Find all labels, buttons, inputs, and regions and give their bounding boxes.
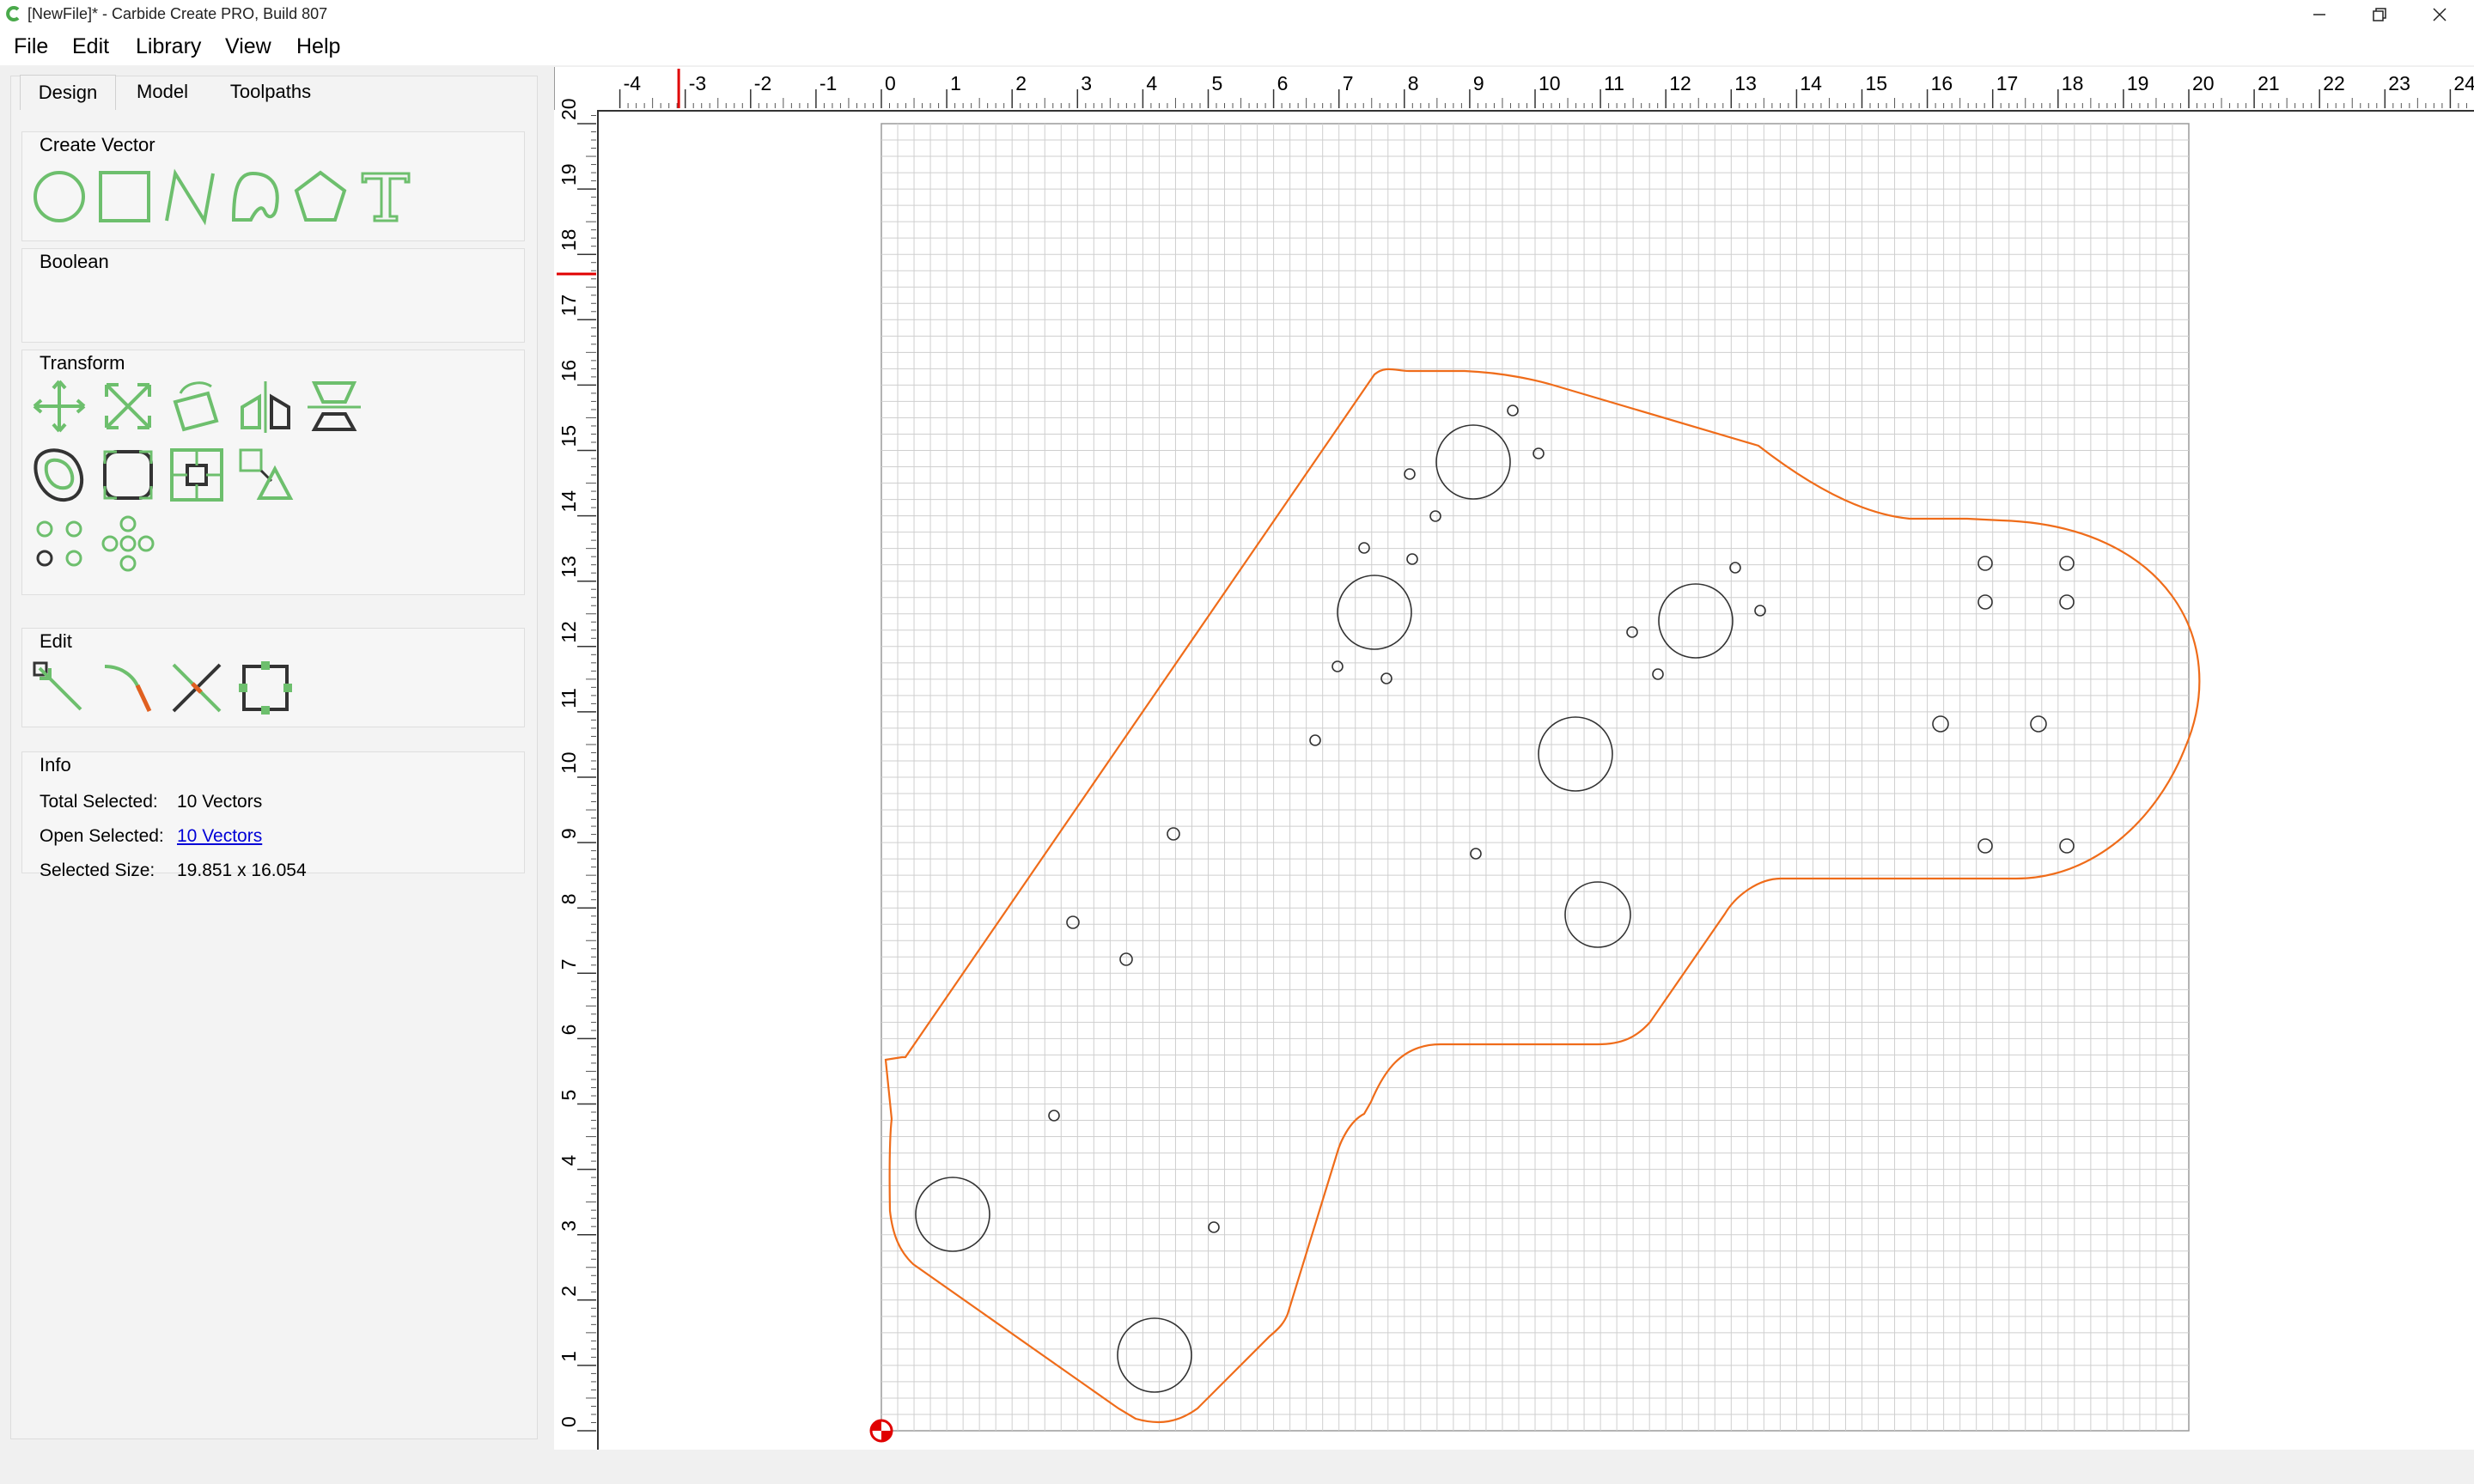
ruler-x-label: 15	[1866, 72, 1888, 94]
ruler-x-label: 17	[1996, 72, 2019, 94]
ruler-x-label: 24	[2453, 72, 2474, 94]
ruler-x-label: 1	[950, 72, 961, 94]
ruler-x-label: 0	[885, 72, 896, 94]
ruler-y-label: 7	[558, 959, 580, 970]
ruler-y-label: 19	[558, 164, 580, 186]
ruler-y-label: 20	[558, 98, 580, 120]
ruler-x-label: 23	[2388, 72, 2410, 94]
ruler-y-label: 6	[558, 1025, 580, 1036]
ruler-x-label: 9	[1473, 72, 1484, 94]
ruler-x-label: -1	[820, 72, 837, 94]
ruler-y-label: 3	[558, 1220, 580, 1232]
ruler-x-label: 20	[2192, 72, 2215, 94]
ruler-x-label: 19	[2127, 72, 2149, 94]
ruler-y-label: 13	[558, 556, 580, 578]
ruler-y-label: 9	[558, 828, 580, 839]
ruler-y-label: 11	[558, 688, 580, 709]
ruler-y-label: 5	[558, 1090, 580, 1101]
ruler-x-label: 4	[1146, 72, 1157, 94]
ruler-x-label: 22	[2323, 72, 2345, 94]
ruler-y-label: 16	[558, 360, 580, 382]
ruler-y-label: 1	[558, 1351, 580, 1362]
ruler-x-label: 12	[1669, 72, 1691, 94]
ruler-x-label: 16	[1931, 72, 1953, 94]
ruler-y-label: 14	[558, 490, 580, 513]
ruler-y-label: 17	[558, 295, 580, 317]
ruler-y-label: 4	[558, 1155, 580, 1166]
ruler-y-label: 2	[558, 1286, 580, 1297]
ruler-y-label: 18	[558, 229, 580, 252]
ruler-y-label: 15	[558, 425, 580, 447]
ruler-y-label: 0	[558, 1416, 580, 1427]
ruler-y-label: 8	[558, 893, 580, 904]
ruler-x-label: 6	[1277, 72, 1289, 94]
ruler-x-label: -3	[689, 72, 706, 94]
ruler-y-label: 10	[558, 751, 580, 774]
ruler-x-label: 3	[1081, 72, 1092, 94]
ruler-x-label: 14	[1800, 72, 1822, 94]
ruler-x-label: 7	[1343, 72, 1354, 94]
ruler-x-label: 2	[1015, 72, 1027, 94]
ruler-x-label: 10	[1539, 72, 1561, 94]
ruler-x-label: 11	[1604, 72, 1624, 94]
ruler-x-label: 21	[2258, 72, 2280, 94]
stock-grid	[881, 123, 2190, 1432]
ruler-x-label: 8	[1408, 72, 1419, 94]
canvas-drawing[interactable]: -4 -3 -2 -1 0 1 2 3 4 5 6 7 8 9 10 11 12 13 14 15 16 17 18 19 20…	[0, 0, 2474, 1484]
ruler-x-label: 13	[1734, 72, 1757, 94]
ruler-x-label: 18	[2062, 72, 2084, 94]
ruler-x-label: 5	[1212, 72, 1223, 94]
ruler-x-label: -4	[624, 72, 642, 94]
ruler-y-label: 12	[558, 621, 580, 643]
ruler-x-label: -2	[754, 72, 771, 94]
